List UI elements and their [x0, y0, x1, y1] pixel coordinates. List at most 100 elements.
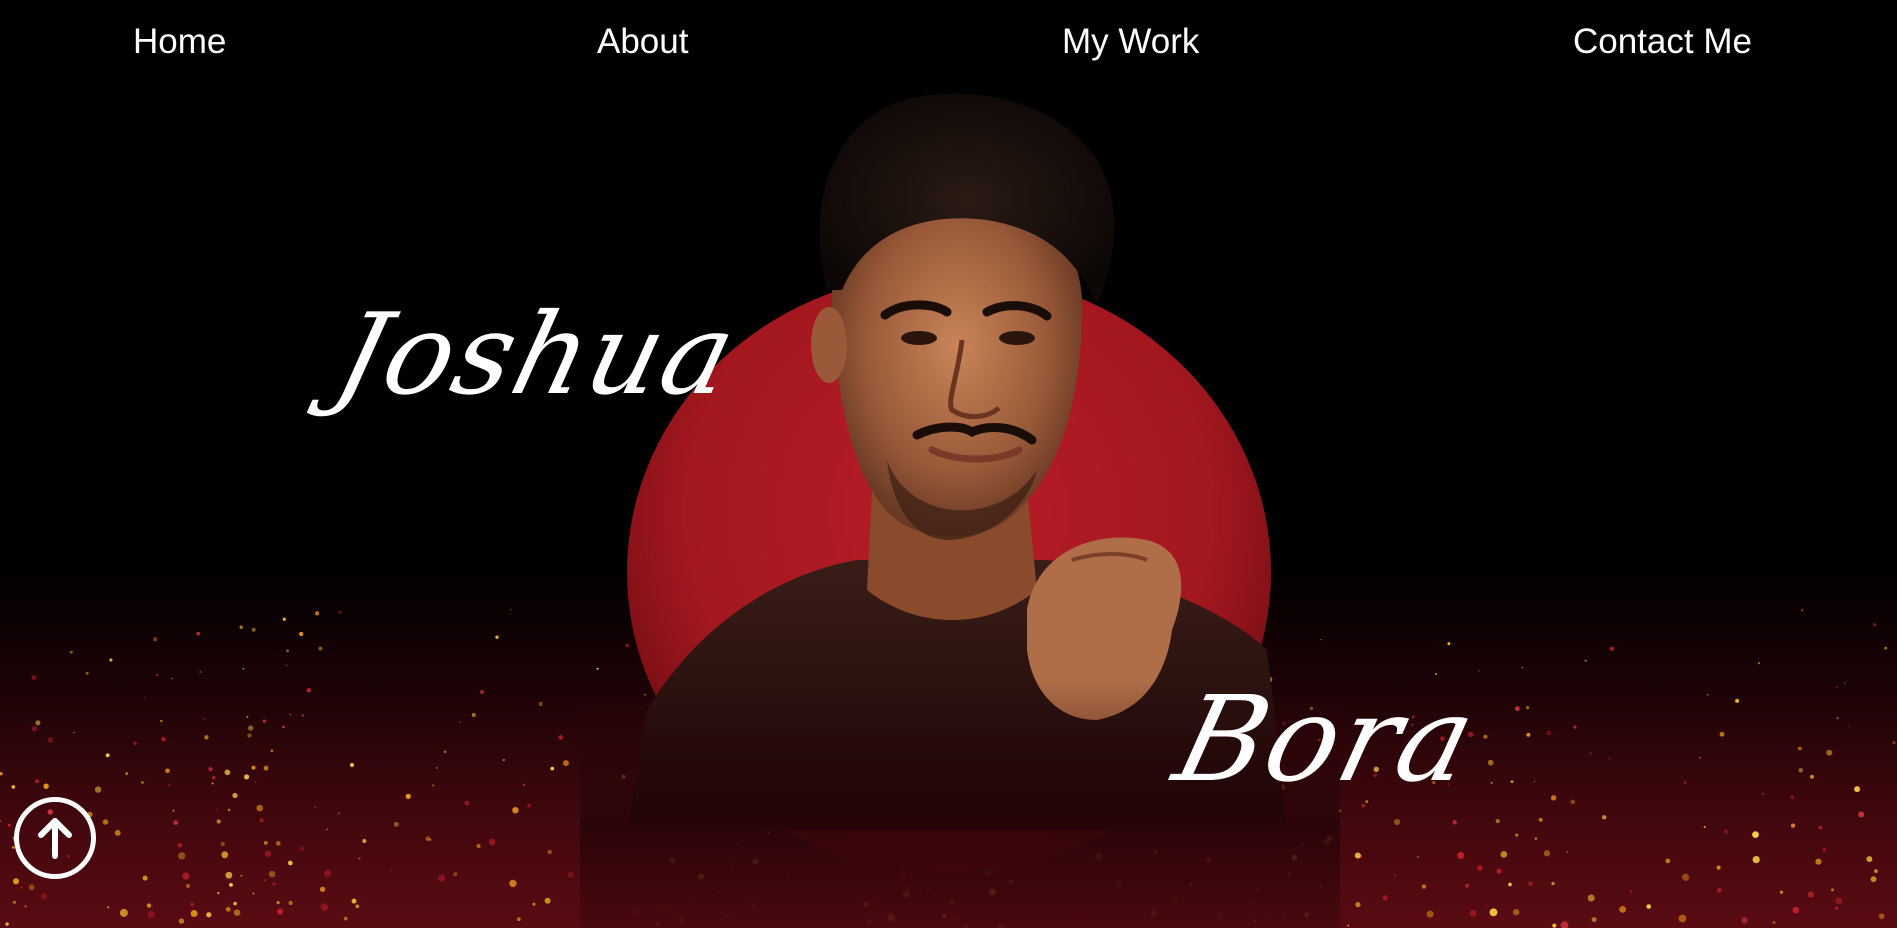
- sparkle-dot: [244, 774, 250, 780]
- sparkle-dot: [1762, 793, 1764, 795]
- sparkle-dot: [1772, 921, 1776, 925]
- sparkle-dot: [114, 829, 121, 836]
- sparkle-dot: [488, 838, 496, 846]
- sparkle-dot: [246, 715, 249, 718]
- sparkle-dot: [522, 783, 525, 787]
- sparkle-dot: [251, 765, 256, 770]
- sparkle-dot: [47, 737, 54, 743]
- sparkle-dot: [550, 766, 555, 771]
- sparkle-dot: [1355, 901, 1361, 908]
- sparkle-dot: [1393, 874, 1396, 877]
- sparkle-dot: [168, 783, 171, 786]
- sparkle-dot: [5, 922, 9, 926]
- sparkle-dot: [252, 892, 255, 895]
- sparkle-dot: [1810, 774, 1814, 779]
- sparkle-dot: [1515, 706, 1520, 712]
- sparkle-dot: [105, 753, 110, 758]
- sparkle-dot: [1484, 904, 1487, 907]
- sparkle-dot: [211, 782, 214, 785]
- sparkle-dot: [141, 781, 144, 784]
- sparkle-dot: [276, 900, 280, 905]
- sparkle-dot: [1836, 717, 1839, 720]
- sparkle-dot: [285, 664, 288, 667]
- sparkle-dot: [567, 871, 574, 878]
- sparkle-dot: [227, 808, 231, 812]
- sparkle-dot: [563, 760, 569, 767]
- sparkle-dot: [182, 872, 190, 880]
- sparkle-dot: [31, 725, 38, 732]
- sparkle-dot: [558, 735, 563, 740]
- sparkle-dot: [147, 910, 155, 919]
- sparkle-dot: [1790, 795, 1795, 800]
- sparkle-dot: [288, 900, 293, 906]
- sparkle-dot: [1892, 740, 1896, 745]
- sparkle-dot: [1534, 837, 1538, 840]
- sparkle-dot: [35, 720, 41, 726]
- sparkle-dot: [256, 804, 263, 812]
- sparkle-dot: [351, 898, 357, 904]
- sparkle-dot: [1703, 826, 1706, 828]
- sparkle-dot: [1476, 865, 1483, 872]
- sparkle-dot: [220, 842, 225, 847]
- sparkle-dot: [1464, 883, 1470, 888]
- sparkle-dot: [1526, 732, 1531, 737]
- nav-link-my-work[interactable]: My Work: [1062, 20, 1199, 64]
- sparkle-dot: [1807, 891, 1814, 898]
- sparkle-dot: [1508, 882, 1512, 887]
- sparkle-dot: [153, 637, 158, 642]
- sparkle-dot: [286, 649, 289, 653]
- sparkle-dot: [1741, 917, 1748, 924]
- main-navigation: Home About My Work Contact Me: [0, 0, 1897, 90]
- hero-first-name: Joshua: [323, 290, 750, 420]
- sparkle-dot: [208, 767, 213, 772]
- sparkle-dot: [177, 843, 183, 848]
- sparkle-dot: [125, 772, 129, 776]
- sparkle-dot: [24, 905, 27, 908]
- nav-link-about[interactable]: About: [597, 20, 688, 64]
- sparkle-dot: [532, 902, 536, 906]
- sparkle-dot: [1716, 865, 1721, 870]
- sparkle-dot: [133, 741, 137, 746]
- sparkle-dot: [1573, 725, 1577, 729]
- sparkle-dot: [7, 823, 11, 827]
- sparkle-dot: [1528, 881, 1533, 886]
- sparkle-dot: [1416, 855, 1419, 858]
- sparkle-dot: [319, 886, 326, 892]
- sparkle-dot: [1790, 823, 1796, 828]
- nav-link-contact-me[interactable]: Contact Me: [1573, 20, 1752, 64]
- sparkle-dot: [425, 836, 431, 842]
- sparkle-dot: [264, 850, 272, 857]
- sparkle-dot: [1347, 924, 1350, 927]
- sparkle-dot: [1457, 851, 1465, 860]
- sparkle-dot: [1848, 726, 1850, 728]
- nav-link-home[interactable]: Home: [133, 20, 226, 64]
- sparkle-dot: [1835, 906, 1839, 910]
- sparkle-dot: [1866, 856, 1873, 863]
- sparkle-dot: [1779, 890, 1784, 894]
- sparkle-dot: [190, 902, 195, 907]
- sparkle-dot: [1683, 781, 1687, 784]
- sparkle-dot: [1510, 780, 1514, 783]
- scroll-to-top-button[interactable]: [14, 797, 96, 879]
- sparkle-dot: [40, 893, 48, 900]
- sparkle-dot: [435, 766, 438, 769]
- sparkle-dot: [355, 904, 360, 909]
- sparkle-dot: [318, 646, 323, 651]
- sparkle-dot: [240, 874, 243, 877]
- sparkle-dot: [1699, 756, 1702, 759]
- sparkle-dot: [1717, 888, 1722, 893]
- sparkle-dot: [1452, 820, 1457, 825]
- sparkle-dot: [1487, 759, 1494, 766]
- sparkle-dot: [1496, 868, 1502, 874]
- sparkle-dot: [538, 701, 543, 707]
- hero-last-name: Bora: [1162, 670, 1490, 808]
- sparkle-dot: [12, 900, 16, 904]
- sparkle-dot: [432, 784, 435, 787]
- sparkle-dot: [479, 689, 485, 695]
- sparkle-dot: [1870, 876, 1877, 883]
- sparkle-dot: [1735, 698, 1740, 703]
- sparkle-dot: [242, 667, 245, 670]
- sparkle-dot: [1601, 815, 1607, 820]
- sparkle-dot: [1752, 831, 1759, 838]
- sparkle-dot: [233, 901, 237, 906]
